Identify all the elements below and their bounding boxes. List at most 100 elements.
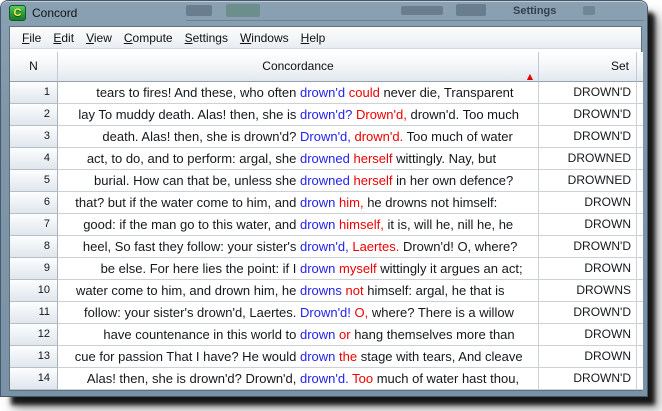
set-cell[interactable]: DROWN'D bbox=[539, 126, 637, 148]
row-number-cell[interactable]: 3 bbox=[10, 126, 58, 148]
row-number-cell[interactable]: 2 bbox=[10, 104, 58, 126]
table-row[interactable]: 3 death. Alas! then, she is drown'd? Dro… bbox=[10, 126, 643, 148]
context-left: act, to do, and to perform: argal, she bbox=[58, 148, 300, 169]
keyword: drown'd? bbox=[300, 107, 352, 122]
filler-cell bbox=[637, 368, 643, 390]
concordance-cell[interactable]: act, to do, and to perform: argal, she d… bbox=[58, 148, 539, 170]
table-row[interactable]: 14 Alas! then, she is drown'd? Drown'd, … bbox=[10, 368, 643, 390]
collocate: not bbox=[342, 283, 364, 298]
menu-compute[interactable]: Compute bbox=[118, 29, 179, 47]
keyword: drown'd bbox=[300, 85, 345, 100]
row-number-cell[interactable]: 4 bbox=[10, 148, 58, 170]
menu-settings[interactable]: Settings bbox=[179, 29, 234, 47]
keyword: drown'd, bbox=[300, 239, 349, 254]
menu-edit[interactable]: Edit bbox=[47, 29, 80, 47]
ghost-window-artifact bbox=[186, 20, 644, 21]
set-cell[interactable]: DROWN'D bbox=[539, 82, 637, 104]
concordance-cell[interactable]: burial. How can that be, unless she drow… bbox=[58, 170, 539, 192]
sort-indicator-icon: ▲ bbox=[527, 73, 533, 81]
table-row[interactable]: 4 act, to do, and to perform: argal, she… bbox=[10, 148, 643, 170]
row-number-cell[interactable]: 14 bbox=[10, 368, 58, 390]
concordance-cell[interactable]: tears to fires! And these, who often dro… bbox=[58, 82, 539, 104]
title-bar[interactable]: Settings C Concord bbox=[1, 1, 647, 26]
table-row[interactable]: 9 be else. For here lies the point: if I… bbox=[10, 258, 643, 280]
concordance-cell[interactable]: lay To muddy death. Alas! then, she is d… bbox=[58, 104, 539, 126]
header-set[interactable]: Set bbox=[539, 52, 637, 82]
context-left: heel, So fast they follow: your sister's bbox=[58, 236, 300, 257]
concordance-cell[interactable]: have countenance in this world to drown … bbox=[58, 324, 539, 346]
filler-cell bbox=[637, 346, 643, 368]
menu-windows[interactable]: Windows bbox=[234, 29, 295, 47]
concordance-cell[interactable]: death. Alas! then, she is drown'd? Drown… bbox=[58, 126, 539, 148]
concordance-cell[interactable]: good: if the man go to this water, and d… bbox=[58, 214, 539, 236]
filler-cell bbox=[637, 280, 643, 302]
table-row[interactable]: 6 that? but if the water come to him, an… bbox=[10, 192, 643, 214]
keyword: drown bbox=[300, 195, 335, 210]
concordance-cell[interactable]: heel, So fast they follow: your sister's… bbox=[58, 236, 539, 258]
table-row[interactable]: 12 have countenance in this world to dro… bbox=[10, 324, 643, 346]
context-left: Alas! then, she is drown'd? Drown'd, bbox=[58, 368, 300, 389]
ghost-window-artifact bbox=[583, 6, 595, 15]
table-row[interactable]: 13 cue for passion That I have? He would… bbox=[10, 346, 643, 368]
row-number-cell[interactable]: 10 bbox=[10, 280, 58, 302]
filler-cell bbox=[637, 236, 643, 258]
menu-view[interactable]: View bbox=[80, 29, 118, 47]
row-number-cell[interactable]: 6 bbox=[10, 192, 58, 214]
row-number-cell[interactable]: 8 bbox=[10, 236, 58, 258]
concordance-cell[interactable]: Alas! then, she is drown'd? Drown'd, dro… bbox=[58, 368, 539, 390]
row-number-cell[interactable]: 5 bbox=[10, 170, 58, 192]
set-cell[interactable]: DROWN'D bbox=[539, 236, 637, 258]
set-cell[interactable]: DROWN bbox=[539, 214, 637, 236]
concordance-cell[interactable]: cue for passion That I have? He would dr… bbox=[58, 346, 539, 368]
concordance-cell[interactable]: follow: your sister's drown'd, Laertes. … bbox=[58, 302, 539, 324]
row-number-cell[interactable]: 9 bbox=[10, 258, 58, 280]
header-filler bbox=[637, 52, 643, 82]
set-cell[interactable]: DROWN bbox=[539, 346, 637, 368]
table-row[interactable]: 11 follow: your sister's drown'd, Laerte… bbox=[10, 302, 643, 324]
table-row[interactable]: 10 water come to him, and drown him, he … bbox=[10, 280, 643, 302]
keyword: drowned bbox=[300, 151, 350, 166]
row-number-cell[interactable]: 12 bbox=[10, 324, 58, 346]
header-n[interactable]: N bbox=[10, 52, 58, 82]
set-cell[interactable]: DROWN bbox=[539, 258, 637, 280]
set-cell[interactable]: DROWNED bbox=[539, 148, 637, 170]
table-row[interactable]: 1 tears to fires! And these, who often d… bbox=[10, 82, 643, 104]
table-row[interactable]: 2 lay To muddy death. Alas! then, she is… bbox=[10, 104, 643, 126]
context-right: wittingly it argues an act; bbox=[377, 261, 523, 276]
context-right: stage with tears, And cleave bbox=[357, 349, 522, 364]
row-number-cell[interactable]: 7 bbox=[10, 214, 58, 236]
context-right: drown'd. Too much bbox=[407, 107, 519, 122]
set-cell[interactable]: DROWN bbox=[539, 192, 637, 214]
row-number-cell[interactable]: 13 bbox=[10, 346, 58, 368]
table-row[interactable]: 8 heel, So fast they follow: your sister… bbox=[10, 236, 643, 258]
window-title: Concord bbox=[32, 6, 77, 20]
concordance-cell[interactable]: be else. For here lies the point: if I d… bbox=[58, 258, 539, 280]
concordance-table: N Concordance ▲ Set 1 tears to fires! An… bbox=[10, 52, 643, 390]
set-cell[interactable]: DROWNS bbox=[539, 280, 637, 302]
filler-cell bbox=[637, 192, 643, 214]
set-cell[interactable]: DROWN'D bbox=[539, 104, 637, 126]
table-row[interactable]: 5 burial. How can that be, unless she dr… bbox=[10, 170, 643, 192]
row-number-cell[interactable]: 1 bbox=[10, 82, 58, 104]
collocate: him, bbox=[335, 195, 363, 210]
header-concordance[interactable]: Concordance ▲ bbox=[58, 52, 539, 82]
filler-cell bbox=[637, 324, 643, 346]
table-row[interactable]: 7 good: if the man go to this water, and… bbox=[10, 214, 643, 236]
menu-help[interactable]: Help bbox=[295, 29, 332, 47]
keyword: Drown'd, bbox=[300, 129, 351, 144]
context-right: never die, Transparent bbox=[380, 85, 514, 100]
collocate: or bbox=[335, 327, 350, 342]
set-cell[interactable]: DROWN'D bbox=[539, 302, 637, 324]
collocate: could bbox=[345, 85, 380, 100]
menu-file[interactable]: File bbox=[16, 29, 47, 47]
collocate: Too bbox=[349, 371, 373, 386]
set-cell[interactable]: DROWN bbox=[539, 324, 637, 346]
concordance-cell[interactable]: that? but if the water come to him, and … bbox=[58, 192, 539, 214]
app-icon: C bbox=[9, 5, 26, 21]
set-cell[interactable]: DROWN'D bbox=[539, 368, 637, 390]
filler-cell bbox=[637, 258, 643, 280]
concordance-cell[interactable]: water come to him, and drown him, he dro… bbox=[58, 280, 539, 302]
set-cell[interactable]: DROWNED bbox=[539, 170, 637, 192]
row-number-cell[interactable]: 11 bbox=[10, 302, 58, 324]
keyword: drown bbox=[300, 217, 335, 232]
